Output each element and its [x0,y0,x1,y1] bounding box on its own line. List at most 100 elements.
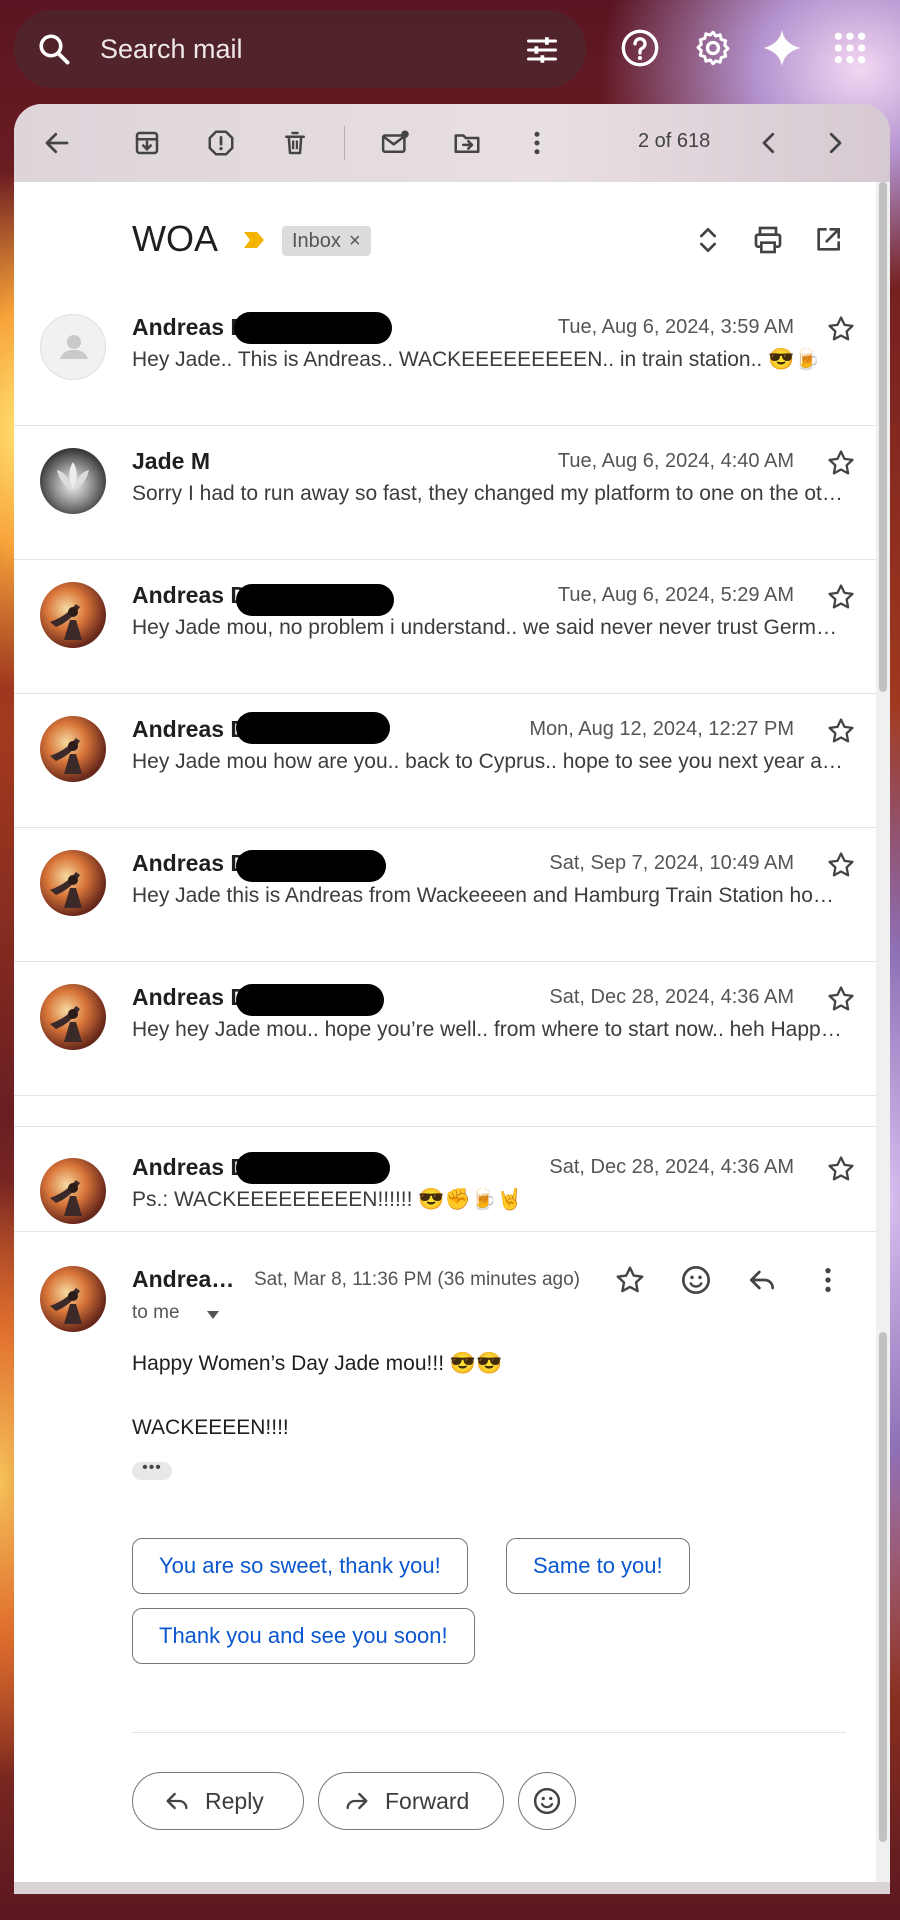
reply-icon[interactable] [746,1264,778,1296]
portrait-photo-icon [50,1006,82,1042]
star-icon[interactable] [826,314,856,344]
react-emoji-button[interactable] [518,1772,576,1830]
redaction-mark [236,984,384,1016]
message-snippet: Hey Jade mou, no problem i understand.. … [132,616,844,639]
portrait-photo-icon [50,872,82,908]
portrait-photo-icon [50,738,82,774]
sender-name: Andreas D [132,582,248,608]
more-vert-icon[interactable] [812,1264,844,1296]
message-collapsed[interactable]: Andreas D Sat, Sep 7, 2024, 10:49 AM Hey… [14,828,876,962]
important-marker-icon[interactable] [242,230,266,250]
message-expanded: Andreas D Sat, Mar 8, 11:36 PM (36 minut… [14,1232,876,1882]
search-icon[interactable] [36,31,72,67]
avatar [40,582,106,648]
sender-name: Andreas D [132,716,248,742]
message-snippet: Hey Jade mou how are you.. back to Cypru… [132,750,844,773]
message-date: Tue, Aug 6, 2024, 5:29 AM [557,584,794,606]
redaction-mark [236,1152,390,1184]
expand-all-icon[interactable] [692,224,724,256]
message-date: Sat, Mar 8, 11:36 PM (36 minutes ago) [254,1269,580,1290]
message-collapsed[interactable]: Jade M Tue, Aug 6, 2024, 4:40 AM Sorry I… [14,426,876,560]
add-reaction-icon[interactable] [680,1264,712,1296]
sender-name: Andreas D [132,850,248,876]
help-icon[interactable] [620,28,660,68]
delete-trash-icon[interactable] [280,128,310,158]
smart-reply-chip[interactable]: You are so sweet, thank you! [132,1538,468,1594]
show-trimmed-content-button[interactable]: ••• [132,1460,172,1480]
scrollbar-thumb[interactable] [879,182,887,692]
scrollbar[interactable] [876,182,890,1882]
sender-name: Andreas D [132,1266,240,1292]
reply-button[interactable]: Reply [132,1772,304,1830]
redaction-mark [236,712,390,744]
avatar [40,716,106,782]
move-to-folder-icon[interactable] [452,128,482,158]
message-date: Tue, Aug 6, 2024, 3:59 AM [557,316,794,338]
avatar [40,984,106,1050]
email-body-line: WACKEEEEN!!!! [132,1416,289,1439]
smart-reply-chip[interactable]: Thank you and see you soon! [132,1608,475,1664]
recipient-summary[interactable]: to me [132,1302,180,1324]
back-arrow-icon[interactable] [42,128,72,158]
message-collapsed[interactable]: Andreas D Tue, Aug 6, 2024, 5:29 AM Hey … [14,560,876,694]
star-icon[interactable] [826,1154,856,1184]
thread-divider [14,1126,876,1127]
star-icon[interactable] [826,448,856,478]
sender-name: Andreas D [132,1154,248,1180]
top-bar: Search mail [0,0,900,100]
star-icon[interactable] [614,1264,646,1296]
apps-grid-icon[interactable] [830,28,870,68]
avatar [40,1158,106,1224]
redaction-mark [234,312,392,344]
message-date: Sat, Dec 28, 2024, 4:36 AM [549,986,794,1008]
gemini-sparkle-icon[interactable] [762,28,802,68]
smart-reply-chip[interactable]: Same to you! [506,1538,690,1594]
forward-button[interactable]: Forward [318,1772,504,1830]
label-name: Inbox [292,229,341,252]
message-snippet: Hey hey Jade mou.. hope you’re well.. fr… [132,1018,844,1041]
message-date: Sat, Sep 7, 2024, 10:49 AM [549,852,794,874]
mark-unread-icon[interactable] [380,128,410,158]
emoji-icon [533,1787,561,1815]
pager-count: 2 of 618 [638,130,711,152]
search-bar[interactable]: Search mail [14,10,586,88]
more-vert-icon[interactable] [522,128,552,158]
sender-name: Andreas D [132,984,248,1010]
settings-gear-icon[interactable] [693,28,733,68]
sender-name: Andreas D [132,314,248,340]
person-icon [60,335,88,359]
avatar [40,1266,106,1332]
sender-name: Jade M [132,448,210,474]
thread-subject: WOA [132,218,218,259]
star-icon[interactable] [826,582,856,612]
star-icon[interactable] [826,850,856,880]
inbox-label-chip: Inbox × [282,226,371,256]
remove-label-icon[interactable]: × [349,230,361,253]
message-collapsed[interactable]: Andreas D Sat, Dec 28, 2024, 4:36 AM Ps.… [14,1128,876,1232]
archive-icon[interactable] [132,128,162,158]
reply-divider [132,1732,846,1733]
message-snippet: Hey Jade.. This is Andreas.. WACKEEEEEEE… [132,348,821,371]
star-icon[interactable] [826,716,856,746]
email-body-line: Happy Women’s Day Jade mou!!! 😎😎 [132,1352,503,1375]
print-icon[interactable] [752,224,784,256]
chevron-down-icon[interactable] [206,1310,220,1320]
reply-label: Reply [205,1787,264,1814]
message-collapsed[interactable]: Andreas D Mon, Aug 12, 2024, 12:27 PM He… [14,694,876,828]
message-collapsed[interactable]: Andreas D Sat, Dec 28, 2024, 4:36 AM Hey… [14,962,876,1096]
message-snippet: Ps.: WACKEEEEEEEEEN!!!!!! 😎✊🍺🤘 [132,1188,523,1211]
search-options-icon[interactable] [524,32,560,68]
open-in-new-window-icon[interactable] [812,224,844,256]
newer-chevron-left-icon[interactable] [754,128,784,158]
scrollbar-thumb[interactable] [879,1332,887,1842]
report-spam-icon[interactable] [206,128,236,158]
portrait-photo-icon [50,1180,82,1216]
portrait-photo-icon [50,1288,82,1324]
older-chevron-right-icon[interactable] [820,128,850,158]
message-collapsed[interactable]: Andreas D Tue, Aug 6, 2024, 3:59 AM Hey … [14,292,876,426]
star-icon[interactable] [826,984,856,1014]
message-date: Tue, Aug 6, 2024, 4:40 AM [557,450,794,472]
search-input[interactable]: Search mail [100,34,243,65]
forward-label: Forward [385,1787,470,1814]
portrait-photo-icon [50,604,82,640]
